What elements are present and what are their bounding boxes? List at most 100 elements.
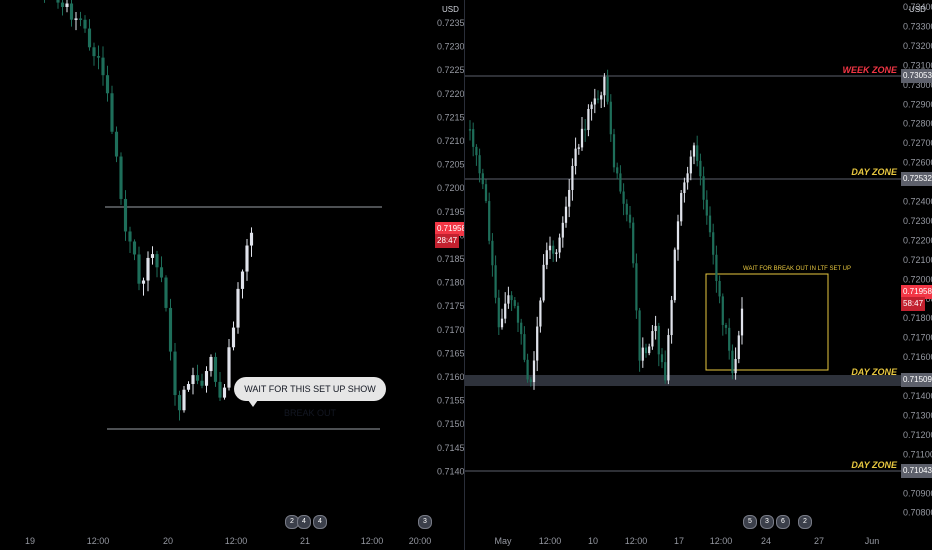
price-tick-label: 0.72350 <box>437 18 464 28</box>
economic-event-icon[interactable]: 2 <box>798 515 812 529</box>
price-tick-label: 0.71600 <box>903 352 932 362</box>
candle-body <box>555 252 558 254</box>
setup-box <box>705 273 829 371</box>
day-zone-upper-label: DAY ZONE <box>851 167 898 177</box>
candle-body <box>510 295 513 301</box>
candle-body <box>529 379 532 383</box>
price-tick-label: 0.71550 <box>437 396 464 406</box>
candle-body <box>564 206 568 223</box>
candle-body <box>593 98 596 105</box>
price-tick-label: 0.72300 <box>903 216 932 226</box>
economic-event-icon[interactable]: 3 <box>760 515 774 529</box>
candle-body <box>494 265 497 298</box>
price-tick-label: 0.71750 <box>437 301 464 311</box>
candle-body <box>728 327 731 351</box>
candle-body <box>558 237 561 253</box>
candle-body <box>651 331 654 347</box>
candle-body <box>186 384 191 390</box>
day-zone-mid-price-badge: 0.71509 <box>901 373 932 387</box>
candle-body <box>191 375 195 385</box>
candle-body <box>213 356 218 382</box>
candle-body <box>101 57 105 76</box>
candle-body <box>74 18 78 20</box>
candle-body <box>231 327 236 348</box>
candle-body <box>571 165 574 190</box>
candle-body <box>128 231 132 242</box>
candle-body <box>218 381 222 398</box>
candle-body <box>619 173 622 192</box>
candle-body <box>182 389 186 411</box>
candle-body <box>536 326 539 361</box>
time-tick-label: 24 <box>761 536 771 546</box>
candle-body <box>686 173 689 183</box>
candle-body <box>625 203 628 215</box>
left-price-chart[interactable]: 0.72350 0.72300 0.72250 0.72200 0.72150 0.721… <box>0 0 464 550</box>
candle-body <box>491 240 494 266</box>
candle-body <box>676 221 680 250</box>
day-zone-lower-price-badge: 0.71043 <box>901 464 932 478</box>
candle-body <box>584 128 587 131</box>
annotation-callout[interactable]: WAIT FOR THIS SET UP SHOW BREAK OUT <box>234 377 386 418</box>
candle-body <box>548 245 552 251</box>
time-tick-label: 17 <box>674 536 684 546</box>
candle-body <box>705 199 708 216</box>
economic-event-icon[interactable]: 5 <box>743 515 757 529</box>
price-tick-label: 0.72000 <box>903 274 932 284</box>
candle-body <box>683 182 686 194</box>
economic-event-icon[interactable]: 4 <box>297 515 311 529</box>
candle-body <box>657 325 660 355</box>
economic-event-icon[interactable]: 3 <box>418 515 432 529</box>
candle-body <box>568 189 571 207</box>
candle-body <box>612 134 616 168</box>
price-tick-label: 0.71500 <box>437 419 464 429</box>
price-tick-label: 0.72900 <box>903 99 932 109</box>
candle-body <box>222 387 227 398</box>
price-tick-label: 0.72100 <box>903 255 932 265</box>
candle-body <box>699 160 702 177</box>
right-chart-panel[interactable]: 0.734000.733000.732000.731000.730000.729… <box>465 0 932 550</box>
day-zone-mid-label: DAY ZONE <box>851 367 898 377</box>
candle-body <box>708 215 712 233</box>
price-tick-label: 0.71650 <box>437 348 464 358</box>
economic-event-icon[interactable]: 4 <box>313 515 327 529</box>
economic-event-icon[interactable]: 6 <box>776 515 790 529</box>
price-tick-label: 0.72250 <box>437 65 464 75</box>
candle-body <box>603 76 606 96</box>
candle-body <box>141 280 146 284</box>
time-tick-label: 12:00 <box>625 536 648 546</box>
candle-body <box>718 281 721 297</box>
candle-body <box>680 193 683 222</box>
candle-body <box>596 98 600 100</box>
right-price-chart[interactable]: 0.734000.733000.732000.731000.730000.729… <box>465 0 932 550</box>
candle-body <box>696 145 699 161</box>
time-tick-label: 10 <box>588 536 598 546</box>
candle-body <box>670 300 673 336</box>
price-tick-label: 0.72700 <box>903 138 932 148</box>
candle-body <box>673 249 676 301</box>
price-tick-label: 0.72150 <box>437 112 464 122</box>
candle-body <box>600 95 603 100</box>
time-tick-label: 12:00 <box>710 536 733 546</box>
candle-body <box>200 380 204 386</box>
candle-body <box>105 75 110 94</box>
candle-body <box>660 354 664 363</box>
left-chart-panel[interactable]: 0.72350 0.72300 0.72250 0.72200 0.72150 0.721… <box>0 0 464 550</box>
candle-body <box>516 305 520 323</box>
week-zone-price-badge: 0.73053 <box>901 69 932 83</box>
price-tick-label: 0.72100 <box>437 136 464 146</box>
candle-body <box>577 147 580 149</box>
price-tick-label: 0.70800 <box>903 508 932 518</box>
time-tick-label: May <box>494 536 512 546</box>
candle-body <box>168 307 173 352</box>
candle-body <box>724 324 728 328</box>
candle-body <box>87 28 92 48</box>
price-tick-label: 0.72800 <box>903 119 932 129</box>
candle-body <box>580 128 584 148</box>
candle-body <box>96 56 101 58</box>
candle-body <box>632 222 635 264</box>
candle-body <box>56 0 60 3</box>
candle-body <box>123 198 128 232</box>
candle-body <box>110 93 114 132</box>
candle-body <box>177 395 182 411</box>
price-tick-label: 0.71200 <box>903 430 932 440</box>
